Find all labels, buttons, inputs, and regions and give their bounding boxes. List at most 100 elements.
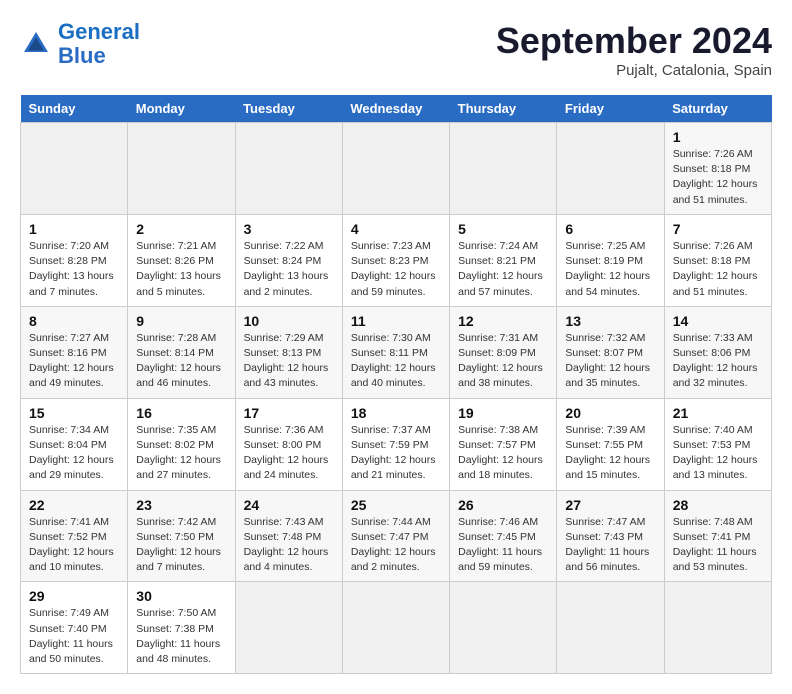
day-info: Sunrise: 7:31 AMSunset: 8:09 PMDaylight:… (458, 331, 548, 392)
day-info: Sunrise: 7:40 AMSunset: 7:53 PMDaylight:… (673, 423, 763, 484)
calendar-cell: 23 Sunrise: 7:42 AMSunset: 7:50 PMDayligh… (128, 490, 235, 582)
day-number: 25 (351, 497, 441, 513)
calendar-week-4: 22 Sunrise: 7:41 AMSunset: 7:52 PMDayligh… (21, 490, 772, 582)
day-number: 6 (565, 221, 655, 237)
location: Pujalt, Catalonia, Spain (496, 62, 772, 79)
day-number: 28 (673, 497, 763, 513)
day-number: 7 (673, 221, 763, 237)
calendar-cell: 19 Sunrise: 7:38 AMSunset: 7:57 PMDayligh… (450, 398, 557, 490)
day-number: 30 (136, 588, 226, 604)
day-info: Sunrise: 7:30 AMSunset: 8:11 PMDaylight:… (351, 331, 441, 392)
day-number: 19 (458, 405, 548, 421)
day-info: Sunrise: 7:43 AMSunset: 7:48 PMDaylight:… (244, 515, 334, 576)
day-info: Sunrise: 7:46 AMSunset: 7:45 PMDaylight:… (458, 515, 548, 576)
day-info: Sunrise: 7:21 AMSunset: 8:26 PMDaylight:… (136, 239, 226, 300)
calendar-cell: 12 Sunrise: 7:31 AMSunset: 8:09 PMDayligh… (450, 306, 557, 398)
day-number: 10 (244, 313, 334, 329)
month-title: September 2024 (496, 20, 772, 62)
day-header-friday: Friday (557, 95, 664, 123)
logo: General Blue (20, 20, 140, 68)
calendar-week-1: 1Sunrise: 7:20 AMSunset: 8:28 PMDaylight… (21, 214, 772, 306)
day-info: Sunrise: 7:41 AMSunset: 7:52 PMDaylight:… (29, 515, 119, 576)
day-info: Sunrise: 7:20 AMSunset: 8:28 PMDaylight:… (29, 239, 119, 300)
day-info: Sunrise: 7:24 AMSunset: 8:21 PMDaylight:… (458, 239, 548, 300)
calendar-cell: 17 Sunrise: 7:36 AMSunset: 8:00 PMDayligh… (235, 398, 342, 490)
calendar-cell (557, 123, 664, 215)
calendar-cell (664, 582, 771, 674)
day-info: Sunrise: 7:27 AMSunset: 8:16 PMDaylight:… (29, 331, 119, 392)
calendar-cell (21, 123, 128, 215)
day-info: Sunrise: 7:37 AMSunset: 7:59 PMDaylight:… (351, 423, 441, 484)
calendar-cell: 13Sunrise: 7:32 AMSunset: 8:07 PMDayligh… (557, 306, 664, 398)
calendar-cell: 10 Sunrise: 7:29 AMSunset: 8:13 PMDayligh… (235, 306, 342, 398)
day-number: 15 (29, 405, 119, 421)
calendar-cell (342, 582, 449, 674)
calendar-cell: 6Sunrise: 7:25 AMSunset: 8:19 PMDaylight… (557, 214, 664, 306)
day-number: 17 (244, 405, 334, 421)
day-info: Sunrise: 7:47 AMSunset: 7:43 PMDaylight:… (565, 515, 655, 576)
day-info: Sunrise: 7:22 AMSunset: 8:24 PMDaylight:… (244, 239, 334, 300)
logo-icon (20, 28, 52, 60)
calendar-cell: 22 Sunrise: 7:41 AMSunset: 7:52 PMDayligh… (21, 490, 128, 582)
calendar-cell: 20Sunrise: 7:39 AMSunset: 7:55 PMDayligh… (557, 398, 664, 490)
calendar-cell: 25Sunrise: 7:44 AMSunset: 7:47 PMDayligh… (342, 490, 449, 582)
logo-blue: Blue (58, 44, 140, 68)
calendar-cell: 9Sunrise: 7:28 AMSunset: 8:14 PMDaylight… (128, 306, 235, 398)
day-number: 24 (244, 497, 334, 513)
calendar-cell: 28 Sunrise: 7:48 AMSunset: 7:41 PMDayligh… (664, 490, 771, 582)
day-number: 22 (29, 497, 119, 513)
calendar-cell: 1Sunrise: 7:20 AMSunset: 8:28 PMDaylight… (21, 214, 128, 306)
calendar-cell (235, 123, 342, 215)
calendar-cell: 15 Sunrise: 7:34 AMSunset: 8:04 PMDayligh… (21, 398, 128, 490)
day-info: Sunrise: 7:42 AMSunset: 7:50 PMDaylight:… (136, 515, 226, 576)
day-info: Sunrise: 7:29 AMSunset: 8:13 PMDaylight:… (244, 331, 334, 392)
day-number: 5 (458, 221, 548, 237)
day-info: Sunrise: 7:36 AMSunset: 8:00 PMDaylight:… (244, 423, 334, 484)
day-number: 21 (673, 405, 763, 421)
day-info: Sunrise: 7:32 AMSunset: 8:07 PMDaylight:… (565, 331, 655, 392)
calendar-header-row: SundayMondayTuesdayWednesdayThursdayFrid… (21, 95, 772, 123)
day-info: Sunrise: 7:48 AMSunset: 7:41 PMDaylight:… (673, 515, 763, 576)
day-info: Sunrise: 7:49 AMSunset: 7:40 PMDaylight:… (29, 606, 119, 667)
logo-general: General (58, 19, 140, 44)
day-number: 14 (673, 313, 763, 329)
calendar-cell: 24 Sunrise: 7:43 AMSunset: 7:48 PMDayligh… (235, 490, 342, 582)
calendar-cell: 29 Sunrise: 7:49 AMSunset: 7:40 PMDayligh… (21, 582, 128, 674)
day-info: Sunrise: 7:23 AMSunset: 8:23 PMDaylight:… (351, 239, 441, 300)
day-info: Sunrise: 7:26 AMSunset: 8:18 PMDaylight:… (673, 147, 763, 208)
day-info: Sunrise: 7:34 AMSunset: 8:04 PMDaylight:… (29, 423, 119, 484)
calendar-cell: 11Sunrise: 7:30 AMSunset: 8:11 PMDayligh… (342, 306, 449, 398)
day-number: 12 (458, 313, 548, 329)
calendar-cell: 14Sunrise: 7:33 AMSunset: 8:06 PMDayligh… (664, 306, 771, 398)
day-number: 18 (351, 405, 441, 421)
day-header-sunday: Sunday (21, 95, 128, 123)
day-number: 23 (136, 497, 226, 513)
day-number: 2 (136, 221, 226, 237)
day-header-thursday: Thursday (450, 95, 557, 123)
calendar-cell (342, 123, 449, 215)
calendar-body: 1 Sunrise: 7:26 AMSunset: 8:18 PMDaylight… (21, 123, 772, 674)
day-info: Sunrise: 7:28 AMSunset: 8:14 PMDaylight:… (136, 331, 226, 392)
calendar-cell: 5 Sunrise: 7:24 AMSunset: 8:21 PMDaylight… (450, 214, 557, 306)
logo-text: General Blue (58, 20, 140, 68)
calendar-cell: 16Sunrise: 7:35 AMSunset: 8:02 PMDayligh… (128, 398, 235, 490)
calendar-cell (450, 582, 557, 674)
day-number: 1 (673, 129, 763, 145)
day-number: 29 (29, 588, 119, 604)
calendar-week-3: 15 Sunrise: 7:34 AMSunset: 8:04 PMDayligh… (21, 398, 772, 490)
day-number: 20 (565, 405, 655, 421)
day-info: Sunrise: 7:35 AMSunset: 8:02 PMDaylight:… (136, 423, 226, 484)
day-info: Sunrise: 7:26 AMSunset: 8:18 PMDaylight:… (673, 239, 763, 300)
calendar-week-2: 8Sunrise: 7:27 AMSunset: 8:16 PMDaylight… (21, 306, 772, 398)
day-number: 4 (351, 221, 441, 237)
day-header-monday: Monday (128, 95, 235, 123)
day-header-tuesday: Tuesday (235, 95, 342, 123)
calendar-cell: 4 Sunrise: 7:23 AMSunset: 8:23 PMDaylight… (342, 214, 449, 306)
calendar-cell (557, 582, 664, 674)
page-header: General Blue September 2024 Pujalt, Cata… (20, 20, 772, 79)
day-info: Sunrise: 7:38 AMSunset: 7:57 PMDaylight:… (458, 423, 548, 484)
calendar-cell: 7 Sunrise: 7:26 AMSunset: 8:18 PMDaylight… (664, 214, 771, 306)
calendar-cell: 30Sunrise: 7:50 AMSunset: 7:38 PMDayligh… (128, 582, 235, 674)
day-header-wednesday: Wednesday (342, 95, 449, 123)
calendar-table: SundayMondayTuesdayWednesdayThursdayFrid… (20, 95, 772, 674)
